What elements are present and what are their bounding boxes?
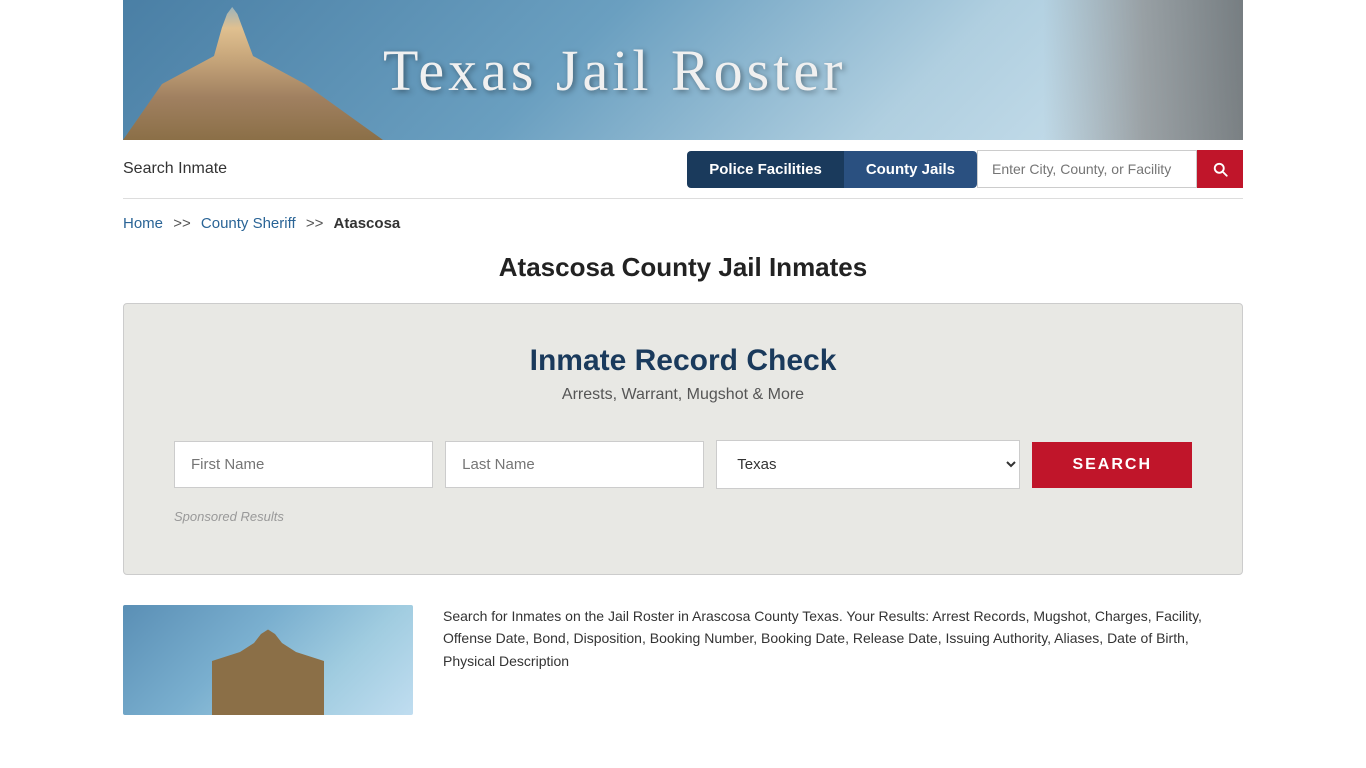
search-icon	[1211, 160, 1229, 178]
sponsored-results-label: Sponsored Results	[174, 509, 1192, 524]
capitol-building-image	[123, 0, 383, 140]
police-facilities-button[interactable]: Police Facilities	[687, 151, 844, 188]
bottom-description: Search for Inmates on the Jail Roster in…	[443, 605, 1243, 715]
keys-image	[1043, 0, 1243, 140]
record-check-title: Inmate Record Check	[174, 344, 1192, 378]
header-banner: Texas Jail Roster	[123, 0, 1243, 140]
breadcrumb-sep1: >>	[173, 215, 191, 232]
record-check-subtitle: Arrests, Warrant, Mugshot & More	[174, 386, 1192, 404]
record-search-button[interactable]: SEARCH	[1032, 442, 1192, 488]
breadcrumb-sep2: >>	[306, 215, 324, 232]
breadcrumb-home[interactable]: Home	[123, 215, 163, 232]
nav-area: Search Inmate Police Facilities County J…	[123, 140, 1243, 198]
page-title: Atascosa County Jail Inmates	[123, 252, 1243, 283]
first-name-input[interactable]	[174, 441, 433, 488]
nav-right: Police Facilities County Jails	[687, 150, 1243, 188]
breadcrumb-county-sheriff[interactable]: County Sheriff	[201, 215, 296, 232]
facility-search-button[interactable]	[1197, 150, 1243, 188]
record-check-form: Texas Alabama Alaska Arizona Arkansas Ca…	[174, 440, 1192, 489]
facility-search-input[interactable]	[977, 150, 1197, 188]
county-building-image	[123, 605, 413, 715]
search-inmate-label: Search Inmate	[123, 160, 227, 178]
breadcrumb-current: Atascosa	[334, 215, 401, 232]
record-check-box: Inmate Record Check Arrests, Warrant, Mu…	[123, 303, 1243, 575]
building-silhouette	[198, 625, 338, 715]
bottom-section: Search for Inmates on the Jail Roster in…	[123, 605, 1243, 745]
last-name-input[interactable]	[445, 441, 704, 488]
state-select[interactable]: Texas Alabama Alaska Arizona Arkansas Ca…	[716, 440, 1020, 489]
breadcrumb: Home >> County Sheriff >> Atascosa	[123, 199, 1243, 242]
site-title: Texas Jail Roster	[383, 37, 846, 104]
county-jails-button[interactable]: County Jails	[844, 151, 977, 188]
